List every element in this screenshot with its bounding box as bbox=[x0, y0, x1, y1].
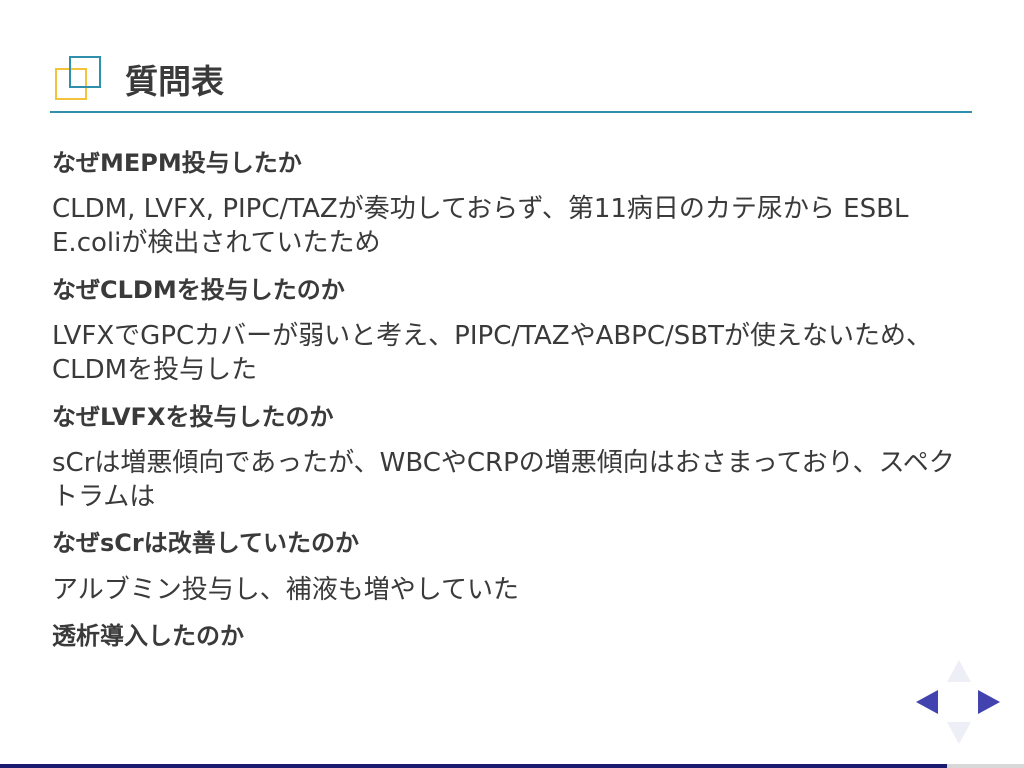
logo-blue-square bbox=[69, 56, 101, 88]
answer-text: アルブミン投与し、補液も増やしていた bbox=[52, 574, 519, 605]
answer-text: LVFXでGPCカバーが弱いと考え、PIPC/TAZやABPC/SBTが使えない… bbox=[52, 320, 933, 385]
arrow-up-icon[interactable] bbox=[947, 660, 971, 682]
answer-text: sCrは増悪傾向であったが、WBCやCRPの増悪傾向はおさまっており、スペクトラ… bbox=[52, 447, 955, 512]
answer-text: CLDM, LVFX, PIPC/TAZが奏功しておらず、第11病日のカテ尿から… bbox=[52, 194, 909, 258]
qa-section: なぜLVFXを投与したのか sCrは増悪傾向であったが、WBCやCRPの増悪傾向… bbox=[52, 402, 962, 515]
question-text: なぜLVFXを投与したのか bbox=[52, 402, 334, 431]
progress-bar-fill bbox=[0, 764, 948, 768]
question-text: 透析導入したのか bbox=[52, 622, 244, 651]
arrow-down-icon[interactable] bbox=[947, 722, 971, 744]
slide-navigation bbox=[912, 658, 1004, 748]
qa-section: なぜMEPM投与したか CLDM, LVFX, PIPC/TAZが奏功しておらず… bbox=[52, 148, 962, 261]
slide-content: なぜMEPM投与したか CLDM, LVFX, PIPC/TAZが奏功しておらず… bbox=[52, 148, 962, 667]
qa-section: なぜsCrは改善していたのか アルブミン投与し、補液も増やしていた bbox=[52, 528, 962, 607]
question-text: なぜMEPM投与したか bbox=[52, 149, 302, 177]
qa-section: なぜCLDMを投与したのか LVFXでGPCカバーが弱いと考え、PIPC/TAZ… bbox=[52, 275, 962, 388]
question-text: なぜsCrは改善していたのか bbox=[52, 529, 360, 558]
slide-title: 質問表 bbox=[125, 62, 224, 101]
question-text: なぜCLDMを投与したのか bbox=[52, 275, 345, 304]
arrow-right-icon[interactable] bbox=[978, 690, 1000, 714]
title-divider bbox=[50, 111, 972, 113]
logo-squares-icon bbox=[55, 56, 105, 106]
qa-section: 透析導入したのか bbox=[52, 621, 962, 652]
arrow-left-icon[interactable] bbox=[916, 690, 938, 714]
progress-bar bbox=[0, 764, 1024, 768]
